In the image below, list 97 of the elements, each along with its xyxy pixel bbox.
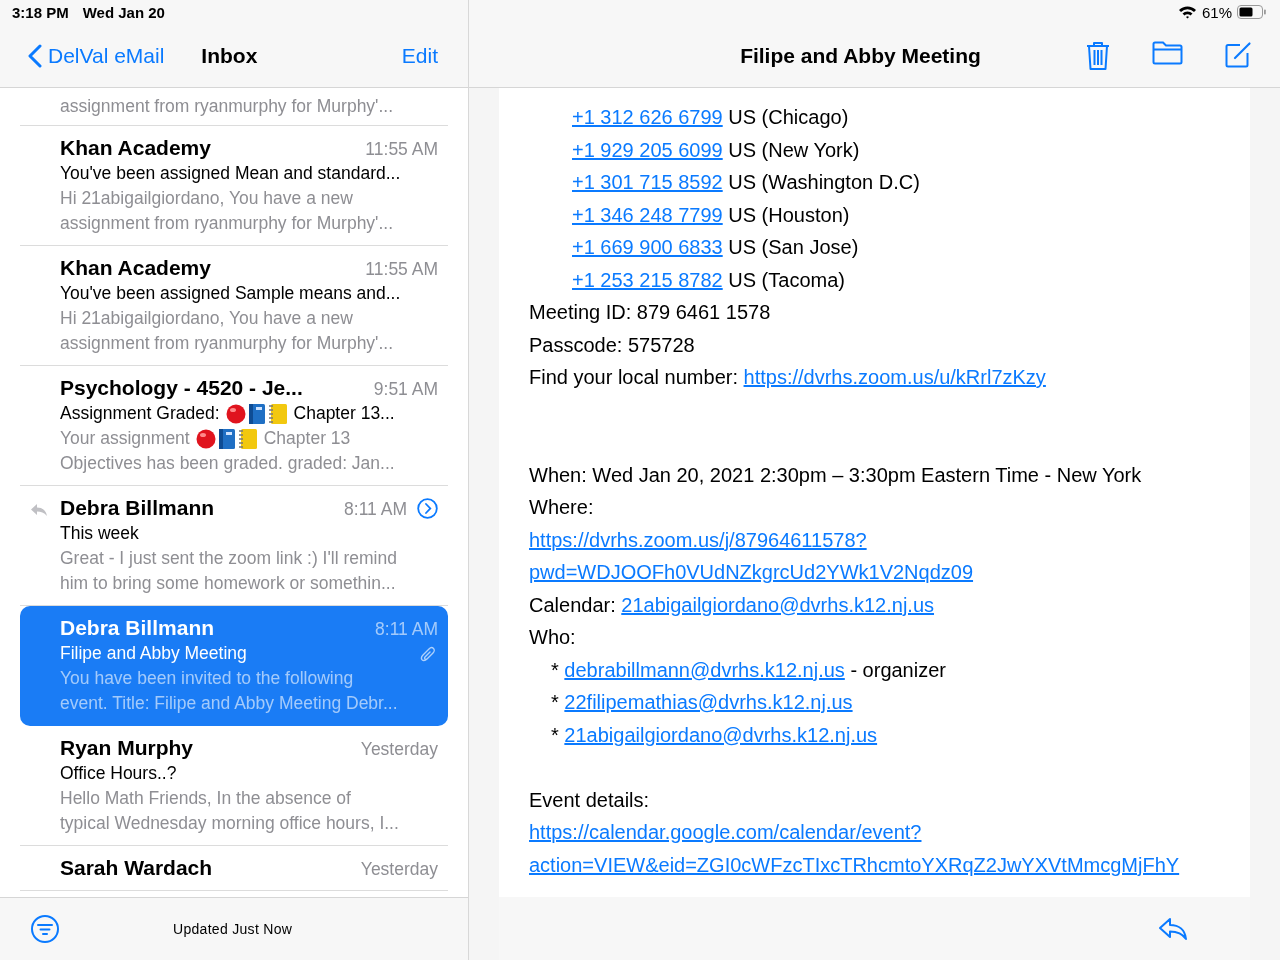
message-subject: You've been assigned Sample means and... <box>60 282 401 305</box>
message-subject: You've been assigned Mean and standard... <box>60 162 401 185</box>
mailbox-title: Inbox <box>201 43 258 68</box>
sender-name: Debra Billmann <box>60 496 216 520</box>
body-text: Passcode: 575728 <box>529 333 695 356</box>
link[interactable]: +1 301 715 8592 <box>572 171 723 193</box>
sender-name: Sarah Wardach <box>60 856 214 880</box>
message-title: Filipe and Abby Meeting <box>740 43 981 68</box>
message-row[interactable]: Khan Academy 11:55 AM You've been assigned Sample means and... Hi 21abigailgiordano, You have a new assignment from ryanmurphy for Murphy'... <box>20 246 448 366</box>
message-preview: Hi 21abigailgiordano, You have a new <box>60 187 353 210</box>
link[interactable]: +1 253 215 8782 <box>572 268 723 291</box>
update-status: Updated Just Now <box>173 921 293 937</box>
body-text: Who: <box>529 626 576 648</box>
dot-icon <box>195 428 216 449</box>
message-time: 8:11 AM <box>344 499 407 520</box>
message-row[interactable]: Khan Academy 11:55 AM You've been assigned Mean and standard... Hi 21abigailgiordano, You have a new assignment from ryanmurphy for Murphy'... <box>20 126 448 246</box>
body-text: US (Houston) <box>728 203 850 226</box>
message-row[interactable]: assignment from ryanmurphy for Murphy'... <box>20 88 448 126</box>
message-preview: event. Title: Filipe and Abby Meeting Debr... <box>60 692 398 715</box>
message-preview: Chapter 13 <box>263 427 351 450</box>
book-icon <box>247 402 266 425</box>
status-date: Wed Jan 20 <box>82 3 165 21</box>
body-text: Where: <box>529 496 594 518</box>
message-subject: Office Hours..? <box>60 762 177 785</box>
body-text: US (San Jose) <box>728 236 859 258</box>
trash-icon[interactable] <box>1086 40 1110 71</box>
sender-name: Debra Billmann <box>60 616 216 640</box>
message-preview: Hi 21abigailgiordano, You have a new <box>60 307 353 330</box>
link[interactable]: action=VIEW&eid=ZGI0cWFzcTIxcTRhcmtoYXRqZ2JwYXVtMmcgMjFhY <box>529 853 1180 876</box>
sender-name: Khan Academy <box>60 136 212 160</box>
message-row[interactable]: Sarah Wardach Yesterday <box>20 846 448 891</box>
link[interactable]: 21abigailgiordano@dvrhs.k12.nj.us <box>621 593 934 616</box>
body-text: Calendar: <box>529 593 616 616</box>
wifi-icon <box>1177 5 1197 19</box>
edit-button[interactable]: Edit <box>401 43 438 68</box>
body-text: US (Tacoma) <box>728 268 845 291</box>
message-preview: Your assignment <box>60 427 190 450</box>
message-subject: Assignment Graded: <box>60 402 220 425</box>
link[interactable]: https://dvrhs.zoom.us/j/87964611578? <box>529 528 867 551</box>
message-row[interactable]: Debra Billmann 8:11 AM Filipe and Abby Meeting You have been invited to the following event. Title: Filipe and Abby Meeting Debr... <box>20 606 448 726</box>
sender-name: Ryan Murphy <box>60 736 194 760</box>
message-subject: Filipe and Abby Meeting <box>60 642 247 665</box>
reply-icon[interactable] <box>1158 916 1188 941</box>
chevron-circle-icon[interactable] <box>417 498 438 519</box>
link[interactable]: pwd=WDJOOFh0VUdNZkgrcUd2YWk1V2Nqdz09 <box>529 561 974 583</box>
message-time: 8:11 AM <box>375 619 438 640</box>
message-preview: Objectives has been graded. graded: Jan... <box>60 452 395 475</box>
link[interactable]: https://calendar.google.com/calendar/event? <box>529 821 922 843</box>
sender-name: Khan Academy <box>60 256 212 280</box>
body-text: - organizer <box>850 658 946 681</box>
message-time: Yesterday <box>360 739 438 760</box>
link[interactable]: +1 929 205 6099 <box>572 138 723 161</box>
message-row[interactable]: Ryan Murphy Yesterday Office Hours..? Hello Math Friends, In the absence of typical Wednesday morning office hours, I... <box>20 726 448 846</box>
message-preview: You have been invited to the following <box>60 667 354 690</box>
dot-icon <box>225 403 246 424</box>
battery-percent: 61% <box>1201 3 1232 21</box>
message-preview: assignment from ryanmurphy for Murphy'... <box>60 95 394 118</box>
message-preview: him to bring some homework or somethin... <box>60 572 396 595</box>
link[interactable]: +1 312 626 6799 <box>572 106 723 128</box>
status-time: 3:18 PM <box>12 3 69 21</box>
body-text: US (Washington D.C) <box>728 171 920 193</box>
body-text: * <box>551 658 559 681</box>
book-icon <box>217 427 236 450</box>
body-text: US (Chicago) <box>728 106 849 128</box>
message-preview: Hello Math Friends, In the absence of <box>60 787 351 810</box>
link[interactable]: +1 669 900 6833 <box>572 236 723 258</box>
back-button[interactable]: DelVal eMail <box>28 43 165 68</box>
sender-name: Psychology - 4520 - Je... <box>60 376 304 400</box>
message-preview: Great - I just sent the zoom link :) I'll remind <box>60 547 397 570</box>
filter-icon[interactable] <box>30 914 60 944</box>
link[interactable]: debrabillmann@dvrhs.k12.nj.us <box>564 658 845 681</box>
message-subject: Chapter 13... <box>293 402 395 425</box>
message-subject: This week <box>60 522 139 545</box>
chevron-icon <box>28 43 42 68</box>
body-text: Meeting ID: 879 6461 1578 <box>529 301 771 323</box>
compose-icon[interactable] <box>1225 40 1252 71</box>
message-time: Yesterday <box>360 859 438 880</box>
notebook-icon <box>267 402 288 425</box>
message-row[interactable]: Psychology - 4520 - Je... 9:51 AM Assignment Graded: Chapter 13... Your assignment Chapter 13 Objectives has been graded. graded: Jan... <box>20 366 448 486</box>
body-text: Event details: <box>529 788 650 811</box>
message-time: 9:51 AM <box>373 379 438 400</box>
link[interactable]: https://dvrhs.zoom.us/u/kRrl7zKzy <box>743 366 1046 388</box>
battery-icon <box>1237 5 1266 19</box>
message-preview: typical Wednesday morning office hours, I... <box>60 812 399 835</box>
message-preview: assignment from ryanmurphy for Murphy'... <box>60 332 394 355</box>
body-text: When: Wed Jan 20, 2021 2:30pm – 3:30pm Eastern Time - New York <box>529 463 1142 486</box>
message-time: 11:55 AM <box>365 139 438 160</box>
message-preview: assignment from ryanmurphy for Murphy'... <box>60 212 394 235</box>
body-text: Find your local number: <box>529 366 738 388</box>
body-text: * <box>551 723 559 746</box>
body-text: * <box>551 691 559 713</box>
link[interactable]: 21abigailgiordano@dvrhs.k12.nj.us <box>564 723 878 746</box>
message-time: 11:55 AM <box>365 259 438 280</box>
link[interactable]: +1 346 248 7799 <box>572 203 723 226</box>
body-text: US (New York) <box>728 138 860 161</box>
notebook-icon <box>237 427 258 450</box>
link[interactable]: 22filipemathias@dvrhs.k12.nj.us <box>564 691 853 713</box>
